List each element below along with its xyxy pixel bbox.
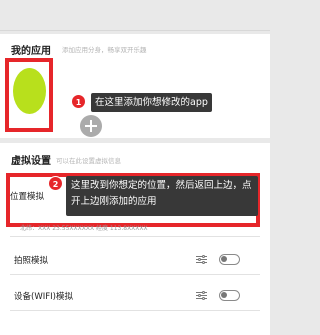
- virtual-settings-card: 虚拟设置 可以在此设置虚拟信息 位置模拟 北纬：XXX 23.55XXXXXX …: [0, 143, 270, 335]
- photo-sim-toggle[interactable]: [219, 254, 240, 265]
- callout-add-app: 在这里添加你想修改的app: [91, 93, 212, 112]
- location-sim-label[interactable]: 位置模拟: [10, 190, 44, 202]
- virtual-settings-title: 虚拟设置: [11, 156, 51, 167]
- divider: [10, 236, 260, 237]
- add-app-button[interactable]: [80, 115, 102, 137]
- top-separator: [0, 30, 270, 31]
- wifi-sim-label: 设备(WIFI)模拟: [14, 292, 73, 302]
- location-coordinates: 北纬：XXX 23.55XXXXXX 经度 113.8XXXXX: [20, 225, 148, 232]
- my-apps-title: 我的应用: [11, 46, 51, 57]
- callout-location: 这里改到你想定的位置，然后返回上边，点开上边刚添加的应用: [66, 176, 258, 216]
- photo-sliders-icon[interactable]: [196, 255, 207, 264]
- my-apps-subtitle: 添加应用分身，畅享双开乐趣: [62, 46, 147, 54]
- step-badge-1: 1: [71, 94, 86, 109]
- wifi-sliders-icon[interactable]: [196, 291, 207, 300]
- top-strip: [0, 0, 270, 32]
- app-icon[interactable]: [13, 68, 46, 114]
- toggle-knob: [221, 256, 227, 262]
- divider: [10, 310, 260, 311]
- my-apps-card: 我的应用 添加应用分身，畅享双开乐趣 1 在这里添加你想修改的app: [0, 34, 270, 138]
- wifi-sim-toggle[interactable]: [219, 290, 240, 301]
- step-badge-2: 2: [48, 176, 63, 191]
- app-settings-screen: 我的应用 添加应用分身，畅享双开乐趣 1 在这里添加你想修改的app 虚拟设置 …: [0, 0, 270, 335]
- virtual-settings-subtitle: 可以在此设置虚拟信息: [56, 157, 121, 165]
- divider: [10, 274, 260, 275]
- app-highlight-box: [5, 58, 53, 132]
- photo-sim-label: 拍照模拟: [14, 256, 49, 266]
- toggle-knob: [221, 292, 227, 298]
